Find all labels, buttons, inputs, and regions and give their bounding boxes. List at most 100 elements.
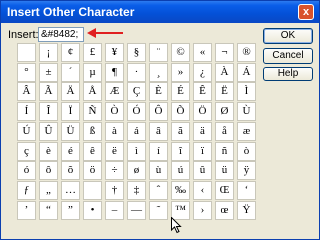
character-cell[interactable]: ®	[237, 43, 256, 62]
character-cell[interactable]: Ë	[215, 82, 234, 101]
character-cell[interactable]: ƒ	[17, 181, 36, 200]
character-cell[interactable]: §	[127, 43, 146, 62]
character-cell[interactable]: œ	[215, 201, 234, 220]
character-cell[interactable]: Î	[39, 102, 58, 121]
character-cell[interactable]: ±	[39, 63, 58, 82]
character-cell[interactable]: Œ	[215, 181, 234, 200]
character-cell[interactable]: ù	[149, 161, 168, 180]
cancel-button[interactable]: Cancel	[263, 48, 313, 64]
character-cell[interactable]: ©	[171, 43, 190, 62]
character-cell[interactable]: Ò	[105, 102, 124, 121]
character-cell[interactable]: ‹	[193, 181, 212, 200]
character-cell[interactable]: Ç	[127, 82, 146, 101]
character-cell[interactable]: ÿ	[237, 161, 256, 180]
character-cell[interactable]: ”	[61, 201, 80, 220]
character-cell[interactable]: ï	[193, 142, 212, 161]
character-cell[interactable]: û	[193, 161, 212, 180]
character-cell[interactable]: ¨	[149, 43, 168, 62]
character-cell[interactable]: Í	[17, 102, 36, 121]
character-cell[interactable]: ‡	[127, 181, 146, 200]
character-cell[interactable]: Å	[83, 82, 102, 101]
title-bar[interactable]: Insert Other Character x	[1, 1, 319, 23]
character-cell[interactable]: ÷	[105, 161, 124, 180]
character-cell[interactable]: õ	[61, 161, 80, 180]
character-cell[interactable]: ò	[237, 142, 256, 161]
character-cell[interactable]: ê	[83, 142, 102, 161]
character-cell[interactable]: Á	[237, 63, 256, 82]
character-cell[interactable]: Ì	[237, 82, 256, 101]
ok-button[interactable]: OK	[263, 28, 313, 44]
character-cell[interactable]: É	[171, 82, 190, 101]
character-cell[interactable]: è	[39, 142, 58, 161]
character-cell[interactable]: »	[171, 63, 190, 82]
character-cell[interactable]: ö	[83, 161, 102, 180]
help-button[interactable]: Help	[263, 67, 313, 81]
character-cell[interactable]: ø	[127, 161, 146, 180]
character-cell[interactable]: ã	[171, 122, 190, 141]
character-cell[interactable]: é	[61, 142, 80, 161]
character-cell[interactable]: Â	[17, 82, 36, 101]
character-cell[interactable]: ’	[17, 201, 36, 220]
character-cell[interactable]: ˆ	[149, 181, 168, 200]
character-cell[interactable]: ú	[171, 161, 190, 180]
character-cell[interactable]: ¬	[215, 43, 234, 62]
character-cell[interactable]: Ù	[237, 102, 256, 121]
character-cell[interactable]: “	[39, 201, 58, 220]
character-cell[interactable]: ì	[127, 142, 146, 161]
character-cell[interactable]: Ÿ	[237, 201, 256, 220]
character-cell[interactable]: Ä	[61, 82, 80, 101]
close-button[interactable]: x	[298, 4, 314, 20]
character-cell[interactable]: «	[193, 43, 212, 62]
character-cell[interactable]: î	[171, 142, 190, 161]
character-cell[interactable]: ¿	[193, 63, 212, 82]
character-cell[interactable]: Ø	[215, 102, 234, 121]
character-cell[interactable]: È	[149, 82, 168, 101]
character-cell[interactable]: £	[83, 43, 102, 62]
character-cell[interactable]: „	[39, 181, 58, 200]
character-cell[interactable]: à	[105, 122, 124, 141]
character-cell[interactable]: ä	[193, 122, 212, 141]
character-cell[interactable]: •	[83, 201, 102, 220]
character-cell[interactable]: Ü	[61, 122, 80, 141]
character-cell[interactable]: ´	[61, 63, 80, 82]
character-cell[interactable]: †	[105, 181, 124, 200]
character-cell[interactable]: ó	[17, 161, 36, 180]
character-cell[interactable]: ë	[105, 142, 124, 161]
character-cell[interactable]: ¡	[39, 43, 58, 62]
character-cell[interactable]: °	[17, 63, 36, 82]
character-cell[interactable]: ¢	[61, 43, 80, 62]
character-cell[interactable]: ·	[127, 63, 146, 82]
character-cell[interactable]: ñ	[215, 142, 234, 161]
character-cell[interactable]: Ó	[127, 102, 146, 121]
character-cell[interactable]: â	[149, 122, 168, 141]
character-cell[interactable]: –	[105, 201, 124, 220]
character-cell[interactable]: å	[215, 122, 234, 141]
character-cell[interactable]: ô	[39, 161, 58, 180]
character-cell[interactable]: Õ	[171, 102, 190, 121]
character-cell[interactable]: ß	[83, 122, 102, 141]
character-cell[interactable]: ˜	[149, 201, 168, 220]
character-cell[interactable]: í	[149, 142, 168, 161]
character-cell[interactable]	[17, 43, 36, 62]
character-cell[interactable]: æ	[237, 122, 256, 141]
character-cell[interactable]: µ	[83, 63, 102, 82]
character-cell[interactable]: ‰	[171, 181, 190, 200]
character-cell[interactable]: Ê	[193, 82, 212, 101]
character-cell[interactable]: À	[215, 63, 234, 82]
character-cell[interactable]: ü	[215, 161, 234, 180]
insert-field[interactable]	[38, 27, 84, 42]
character-cell[interactable]: Ñ	[83, 102, 102, 121]
character-cell[interactable]: Û	[39, 122, 58, 141]
character-cell[interactable]: Ã	[39, 82, 58, 101]
character-cell[interactable]: ¸	[149, 63, 168, 82]
character-cell[interactable]: Ö	[193, 102, 212, 121]
character-cell[interactable]	[83, 181, 102, 200]
character-cell[interactable]: ¥	[105, 43, 124, 62]
character-cell[interactable]: á	[127, 122, 146, 141]
character-cell[interactable]: ‘	[237, 181, 256, 200]
character-cell[interactable]: ç	[17, 142, 36, 161]
character-cell[interactable]: Ï	[61, 102, 80, 121]
character-cell[interactable]: —	[127, 201, 146, 220]
character-cell[interactable]: Ô	[149, 102, 168, 121]
character-cell[interactable]: Ú	[17, 122, 36, 141]
